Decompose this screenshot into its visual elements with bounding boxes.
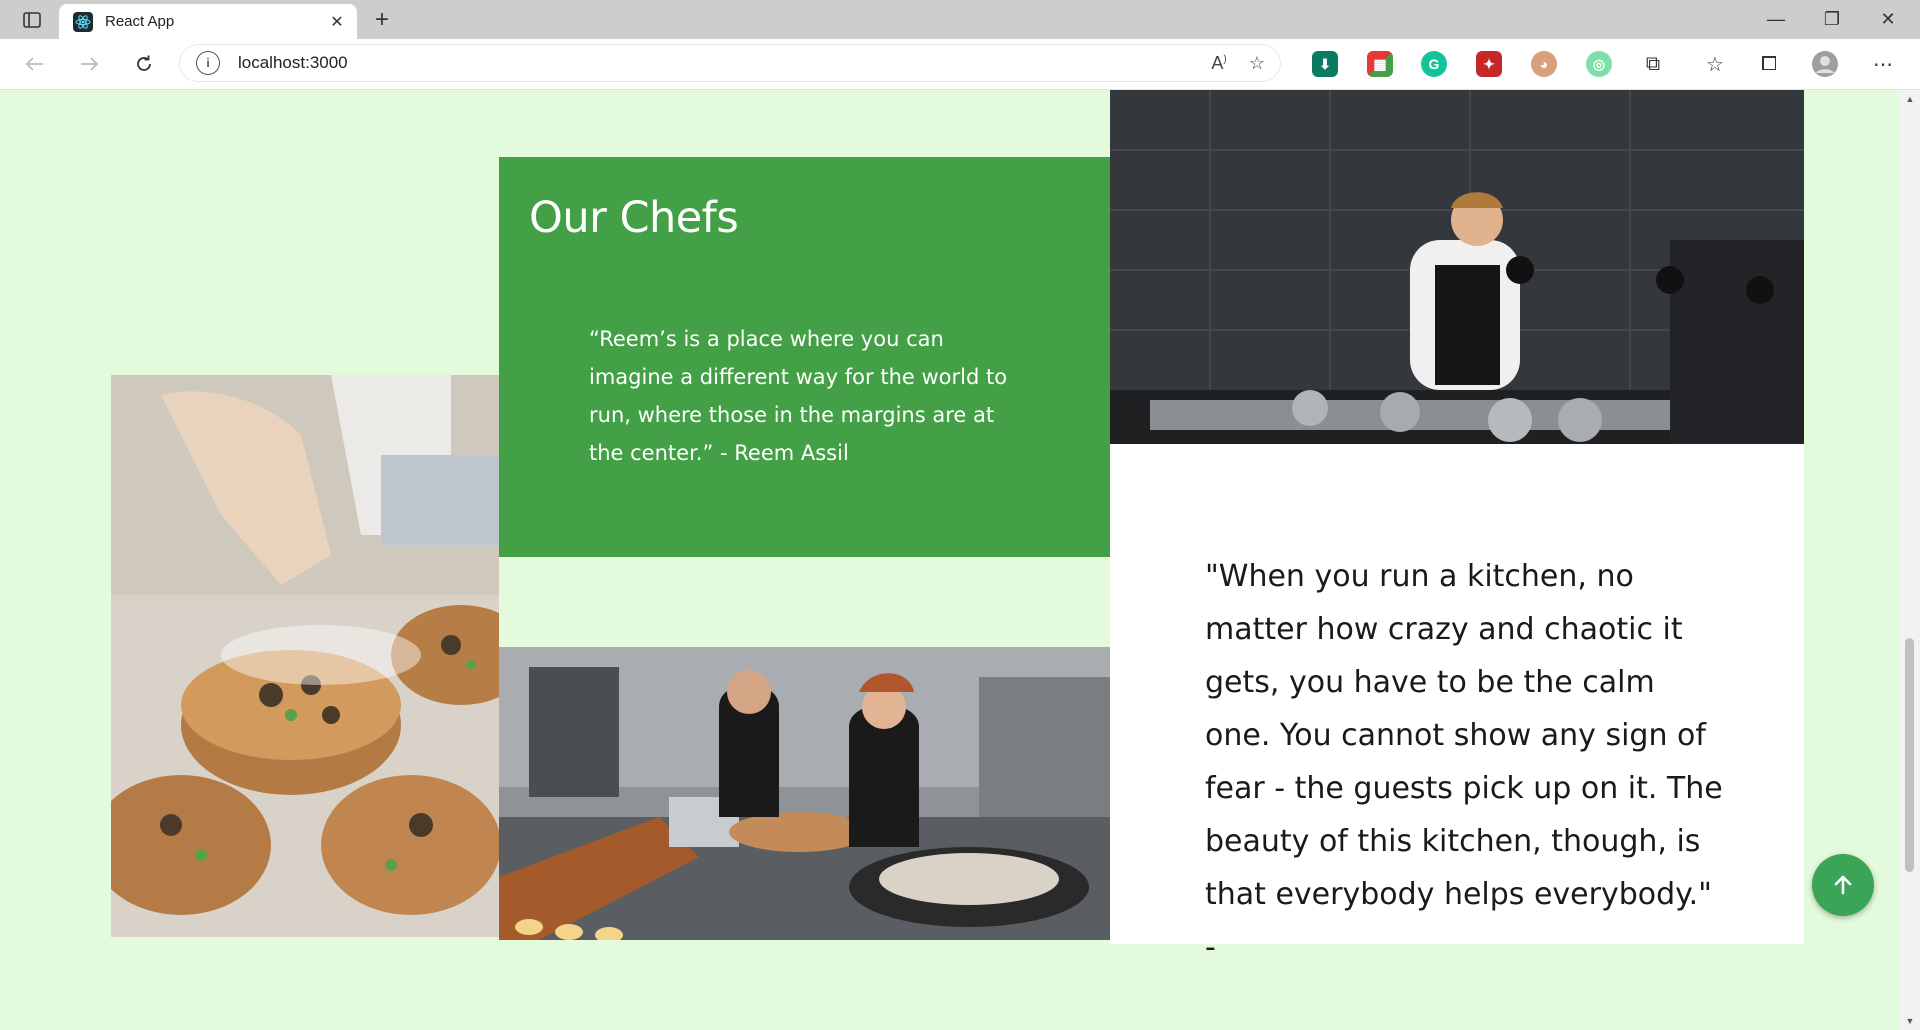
refresh-button[interactable] (126, 47, 162, 81)
tab-close-icon[interactable]: ✕ (325, 12, 349, 32)
extension-download-icon[interactable]: ⬇ (1312, 51, 1338, 77)
read-aloud-icon[interactable]: A) (1204, 53, 1234, 74)
profile-avatar-icon[interactable] (1810, 49, 1840, 79)
tab-title: React App (105, 13, 175, 30)
refresh-icon (137, 55, 151, 71)
browser-tab[interactable]: React App ✕ (59, 4, 357, 39)
kitchen-quote: "When you run a kitchen, no matter how c… (1205, 559, 1723, 965)
settings-more-icon[interactable]: ⋯ (1868, 49, 1898, 79)
url-text[interactable]: localhost:3000 (238, 53, 1204, 73)
section-heading: Our Chefs (529, 193, 739, 243)
extension-red-icon[interactable]: ✦ (1476, 51, 1502, 77)
favorites-icon[interactable]: ☆ (1700, 49, 1730, 79)
page-scrollbar[interactable]: ▲ ▼ (1900, 90, 1920, 1030)
restore-button[interactable]: ❐ (1804, 0, 1860, 39)
url-field[interactable]: i localhost:3000 A) ☆ (180, 45, 1280, 81)
forward-button[interactable] (72, 47, 108, 81)
back-button[interactable] (16, 47, 52, 81)
extension-circle-icon[interactable]: ◎ (1586, 51, 1612, 77)
extensions-puzzle-icon[interactable]: ⧉ (1638, 49, 1668, 79)
collections-icon[interactable]: ⧠ (1754, 49, 1784, 79)
plated-dishes-photo (111, 375, 499, 937)
site-info-icon[interactable]: i (196, 51, 220, 75)
add-favorite-icon[interactable]: ☆ (1242, 53, 1272, 74)
scroll-to-top-button[interactable] (1812, 854, 1874, 916)
new-tab-button[interactable]: + (368, 6, 396, 34)
grammarly-icon[interactable]: G (1421, 51, 1447, 77)
tab-actions-icon[interactable] (4, 0, 60, 39)
extension-face-icon[interactable]: ◕ (1531, 51, 1557, 77)
back-arrow-icon (25, 57, 43, 71)
minimize-button[interactable]: — (1748, 0, 1804, 39)
extension-colorful-icon[interactable]: ▦ (1367, 51, 1393, 77)
react-logo-icon (73, 11, 93, 32)
scroll-up-arrow-icon[interactable]: ▲ (1900, 94, 1920, 104)
our-chefs-card: Our Chefs “Reem’s is a place where you c… (499, 157, 1110, 557)
address-bar: i localhost:3000 A) ☆ ⬇ ▦ G ✦ ◕ ◎ ⧉ ☆ ⧠ … (0, 39, 1920, 90)
scroll-down-arrow-icon[interactable]: ▼ (1900, 1016, 1920, 1026)
forward-arrow-icon (81, 57, 99, 71)
two-chefs-photo (499, 647, 1110, 940)
close-window-button[interactable]: ✕ (1860, 0, 1916, 39)
scrollbar-thumb[interactable] (1905, 638, 1914, 872)
arrow-up-icon (1834, 875, 1852, 895)
tab-bar: React App ✕ + — ❐ ✕ (0, 0, 1920, 39)
reem-quote: “Reem’s is a place where you can imagine… (589, 327, 1008, 465)
